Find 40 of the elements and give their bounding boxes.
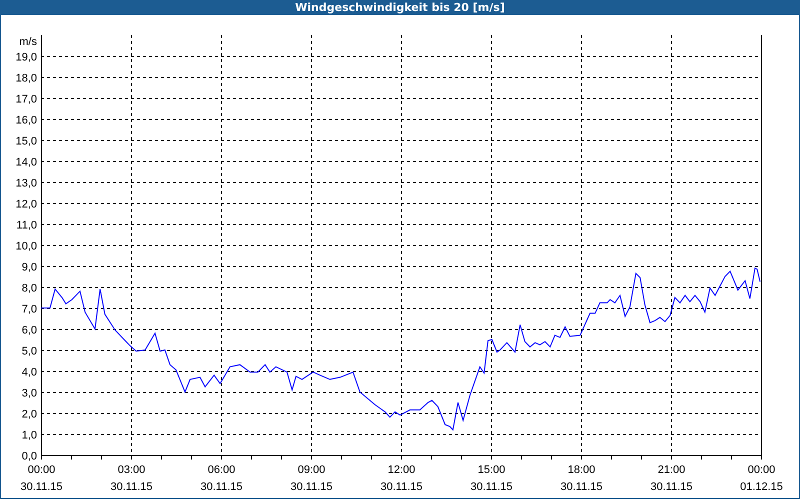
y-axis-label: 3,0 (22, 388, 37, 400)
y-axis-label: 9,0 (22, 262, 37, 274)
x-axis-date-label: 30.11.15 (560, 481, 602, 493)
y-axis-label: 14,0 (16, 156, 37, 168)
x-axis-date-label: 30.11.15 (290, 481, 332, 493)
x-axis-time-label: 00:00 (748, 464, 776, 476)
x-axis-time-label: 21:00 (658, 464, 686, 476)
y-axis-label: 16,0 (16, 114, 37, 126)
y-axis-label: 6,0 (22, 324, 37, 336)
x-axis-time-label: 12:00 (388, 464, 416, 476)
y-axis-label: 19,0 (16, 52, 37, 64)
y-axis-label: 2,0 (22, 408, 37, 420)
y-axis-label: 8,0 (22, 282, 37, 294)
chart-title: Windgeschwindigkeit bis 20 [m/s] (295, 1, 505, 14)
y-axis-label: 13,0 (16, 178, 37, 190)
x-axis-date-label: 30.11.15 (200, 481, 242, 493)
x-axis-date-label: 30.11.15 (20, 481, 62, 493)
y-axis-label: 1,0 (22, 430, 37, 442)
y-axis-label: 18,0 (16, 72, 37, 84)
y-axis-label: 5,0 (22, 346, 37, 358)
x-axis-time-label: 15:00 (478, 464, 506, 476)
x-axis-time-label: 18:00 (568, 464, 596, 476)
x-axis-time-label: 03:00 (118, 464, 146, 476)
y-axis-label: 7,0 (22, 304, 37, 316)
x-axis-time-label: 00:00 (28, 464, 56, 476)
y-axis-label: 12,0 (16, 198, 37, 210)
y-axis-label: 15,0 (16, 136, 37, 148)
x-axis-date-label: 01.12.15 (740, 481, 783, 493)
x-axis-date-label: 30.11.15 (380, 481, 422, 493)
x-axis-date-label: 30.11.15 (110, 481, 152, 493)
x-axis-time-label: 06:00 (208, 464, 236, 476)
y-axis-label: 4,0 (22, 366, 37, 378)
y-axis-label: 0,0 (22, 450, 37, 462)
x-axis-time-label: 09:00 (298, 464, 326, 476)
y-axis-unit-label: m/s (19, 36, 37, 48)
y-axis-label: 10,0 (16, 240, 37, 252)
y-axis-label: 11,0 (16, 220, 37, 232)
x-axis-date-label: 30.11.15 (650, 481, 692, 493)
x-axis-date-label: 30.11.15 (470, 481, 512, 493)
y-axis-label: 17,0 (16, 94, 37, 106)
